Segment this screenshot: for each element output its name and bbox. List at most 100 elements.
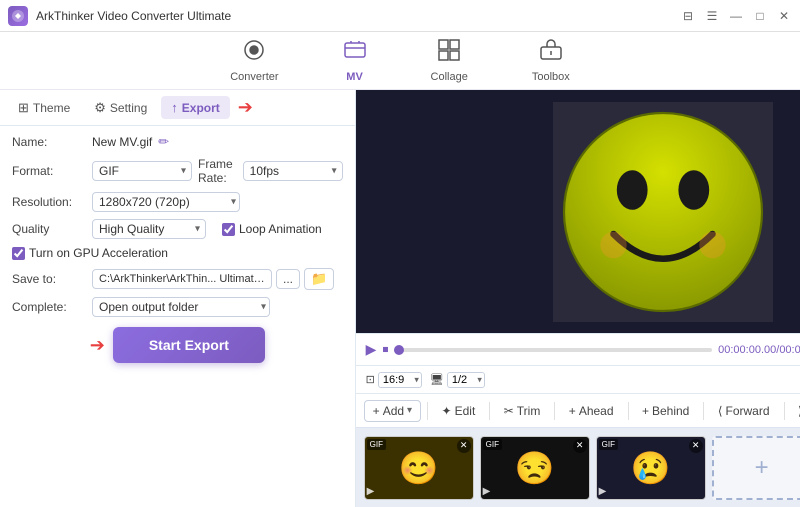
tab-setting[interactable]: ⚙ Setting — [84, 96, 157, 120]
progress-bar[interactable] — [394, 348, 712, 352]
tab-export-label: Export — [182, 101, 220, 115]
export-tab-icon: ↑ — [171, 100, 178, 115]
forward-button[interactable]: ⟨ Forward — [710, 401, 778, 421]
gpu-row: Turn on GPU Acceleration — [12, 246, 343, 260]
backward-button[interactable]: ⟩ Backward — [790, 401, 800, 421]
stop-button[interactable]: ⏹ — [382, 342, 388, 357]
start-export-button[interactable]: Start Export — [113, 327, 265, 363]
thumb-2-delete[interactable]: ✕ — [573, 439, 587, 453]
format-value-wrap: GIFMP4MOV Frame Rate: 10fps15fps24fps30f… — [92, 157, 343, 185]
thumb-2-emoji: 😒 — [515, 449, 555, 487]
quality-label: Quality — [12, 222, 92, 236]
title-bar: ArkThinker Video Converter Ultimate ⊟ ☰ … — [0, 0, 800, 32]
format-label: Format: — [12, 164, 92, 178]
scale-select[interactable]: 1/21/11/4 — [447, 372, 485, 388]
format-select-wrap[interactable]: GIFMP4MOV — [92, 161, 192, 181]
thumb-1-emoji: 😊 — [399, 449, 439, 487]
add-button[interactable]: + Add ▾ — [364, 400, 421, 422]
play-button[interactable]: ▶ — [366, 341, 377, 358]
gpu-checkbox[interactable] — [12, 247, 25, 260]
loop-animation-checkbox[interactable]: Loop Animation — [222, 222, 322, 236]
minimize-button[interactable]: — — [728, 8, 744, 24]
format-select[interactable]: GIFMP4MOV — [92, 161, 192, 181]
add-icon: + — [373, 404, 380, 418]
thumb-3-type: GIF — [599, 439, 618, 450]
add-label: Add — [383, 404, 404, 418]
saveto-path: C:\ArkThinker\ArkThin... Ultimate\MV Exp… — [92, 269, 272, 289]
framerate-select[interactable]: 10fps15fps24fps30fps — [243, 161, 343, 181]
saveto-more-button[interactable]: ... — [276, 269, 300, 289]
ahead-button[interactable]: + Ahead — [561, 401, 622, 421]
forward-label: Forward — [726, 404, 770, 418]
thumb-2-play[interactable]: ▶ — [483, 486, 491, 497]
behind-button[interactable]: + Behind — [634, 401, 697, 421]
quality-select-wrap[interactable]: High QualityMedium QualityLow Quality — [92, 219, 206, 239]
forward-icon: ⟨ — [718, 404, 723, 418]
thumbnail-1[interactable]: 😊 GIF ✕ ▶ — [364, 436, 474, 500]
thumb-3-delete[interactable]: ✕ — [689, 439, 703, 453]
nav-collage[interactable]: Collage — [419, 34, 480, 87]
edit-icon: ✦ — [442, 404, 452, 418]
window-controls: ⊟ ☰ — □ ✕ — [680, 8, 792, 24]
nav-mv[interactable]: MV — [331, 34, 379, 87]
ahead-icon: + — [569, 404, 576, 418]
behind-icon: + — [642, 404, 649, 418]
complete-select[interactable]: Open output folderDo nothingShut down — [92, 297, 270, 317]
smiley-preview — [553, 102, 773, 322]
preview-area — [356, 90, 800, 333]
thumbnail-2[interactable]: 😒 GIF ✕ ▶ — [480, 436, 590, 500]
tab-setting-label: Setting — [110, 101, 147, 115]
ratio-controls: ⊡ 16:94:31:1 🖥 1/21/11/4 — [356, 365, 800, 393]
saveto-label: Save to: — [12, 272, 92, 286]
saveto-folder-button[interactable]: 📁 — [304, 268, 334, 290]
thumbnail-3[interactable]: 😢 GIF ✕ ▶ — [596, 436, 706, 500]
close-button[interactable]: ✕ — [776, 8, 792, 24]
tab-arrow-indicator: ➔ — [238, 97, 253, 118]
nav-converter[interactable]: Converter — [218, 34, 290, 87]
thumb-1-delete[interactable]: ✕ — [457, 439, 471, 453]
saveto-row: Save to: C:\ArkThinker\ArkThin... Ultima… — [12, 268, 343, 290]
converter-icon — [242, 38, 266, 68]
frame-rate-label: Frame Rate: — [198, 157, 233, 185]
start-export-wrap: ➔ Start Export — [12, 327, 343, 363]
maximize-button[interactable]: □ — [752, 8, 768, 24]
thumb-1-play[interactable]: ▶ — [367, 486, 375, 497]
trim-button[interactable]: ✂ Trim — [496, 401, 549, 421]
app-logo — [8, 6, 28, 26]
tab-theme-label: Theme — [33, 101, 70, 115]
nav-collage-label: Collage — [431, 71, 468, 83]
thumb-3-play[interactable]: ▶ — [599, 486, 607, 497]
chat-button[interactable]: ⊟ — [680, 8, 696, 24]
resolution-value-wrap: 1280x720 (720p)1920x1080 (1080p)854x480 … — [92, 192, 343, 212]
resolution-select[interactable]: 1280x720 (720p)1920x1080 (1080p)854x480 … — [92, 192, 240, 212]
tab-export[interactable]: ↑ Export — [161, 96, 230, 119]
nav-toolbox[interactable]: Toolbox — [520, 34, 582, 87]
loop-animation-input[interactable] — [222, 223, 235, 236]
total-time: 00:00:15.00 — [779, 344, 800, 356]
thumb-3-emoji: 😢 — [631, 449, 671, 487]
menu-button[interactable]: ☰ — [704, 8, 720, 24]
framerate-select-wrap[interactable]: 10fps15fps24fps30fps — [243, 161, 343, 181]
name-value: New MV.gif — [92, 135, 152, 149]
edit-label: Edit — [455, 404, 476, 418]
ratio-select[interactable]: 16:94:31:1 — [378, 372, 422, 388]
name-row: Name: New MV.gif ✏ — [12, 134, 343, 150]
nav-toolbox-label: Toolbox — [532, 71, 570, 83]
quality-value-wrap: High QualityMedium QualityLow Quality Lo… — [92, 219, 343, 239]
nav-converter-label: Converter — [230, 71, 278, 83]
format-row: Format: GIFMP4MOV Frame Rate: 10fps15fps… — [12, 157, 343, 185]
quality-select[interactable]: High QualityMedium QualityLow Quality — [92, 219, 206, 239]
resolution-select-wrap[interactable]: 1280x720 (720p)1920x1080 (1080p)854x480 … — [92, 192, 242, 212]
progress-dot — [394, 345, 404, 355]
quality-row: Quality High QualityMedium QualityLow Qu… — [12, 219, 343, 239]
current-time: 00:00:00.00 — [718, 344, 776, 356]
tab-theme[interactable]: ⊞ Theme — [8, 96, 80, 120]
add-thumbnail-button[interactable]: + — [712, 436, 800, 500]
settings-area: Name: New MV.gif ✏ Format: GIFMP4MOV Fra… — [0, 126, 355, 507]
complete-select-wrap[interactable]: Open output folderDo nothingShut down — [92, 297, 272, 317]
edit-button[interactable]: ✦ Edit — [434, 401, 484, 421]
ratio-icon: ⊡ — [366, 373, 375, 386]
ahead-label: Ahead — [579, 404, 614, 418]
resolution-label: Resolution: — [12, 195, 92, 209]
name-edit-icon[interactable]: ✏ — [158, 134, 169, 150]
